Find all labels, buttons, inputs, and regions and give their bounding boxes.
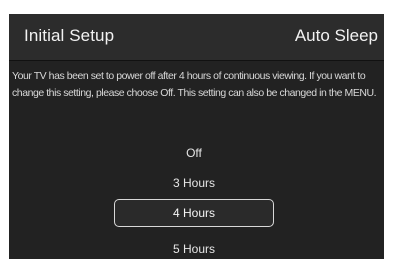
description-line-1: Your TV has been set to power off after … xyxy=(12,70,366,82)
option-3-hours[interactable]: 3 Hours xyxy=(114,169,274,197)
option-4-hours[interactable]: 4 Hours xyxy=(114,199,274,227)
option-5-hours[interactable]: 5 Hours xyxy=(114,235,274,259)
description-text: Your TV has been set to power off after … xyxy=(12,68,382,102)
option-off[interactable]: Off xyxy=(114,139,274,167)
tv-setup-screen: Initial Setup Auto Sleep Your TV has bee… xyxy=(9,14,384,259)
description-line-2: change this setting, please choose Off. … xyxy=(12,87,377,99)
header-title: Initial Setup xyxy=(24,26,115,45)
header-bar: Initial Setup Auto Sleep xyxy=(9,14,384,61)
page-title: Auto Sleep xyxy=(294,26,378,45)
